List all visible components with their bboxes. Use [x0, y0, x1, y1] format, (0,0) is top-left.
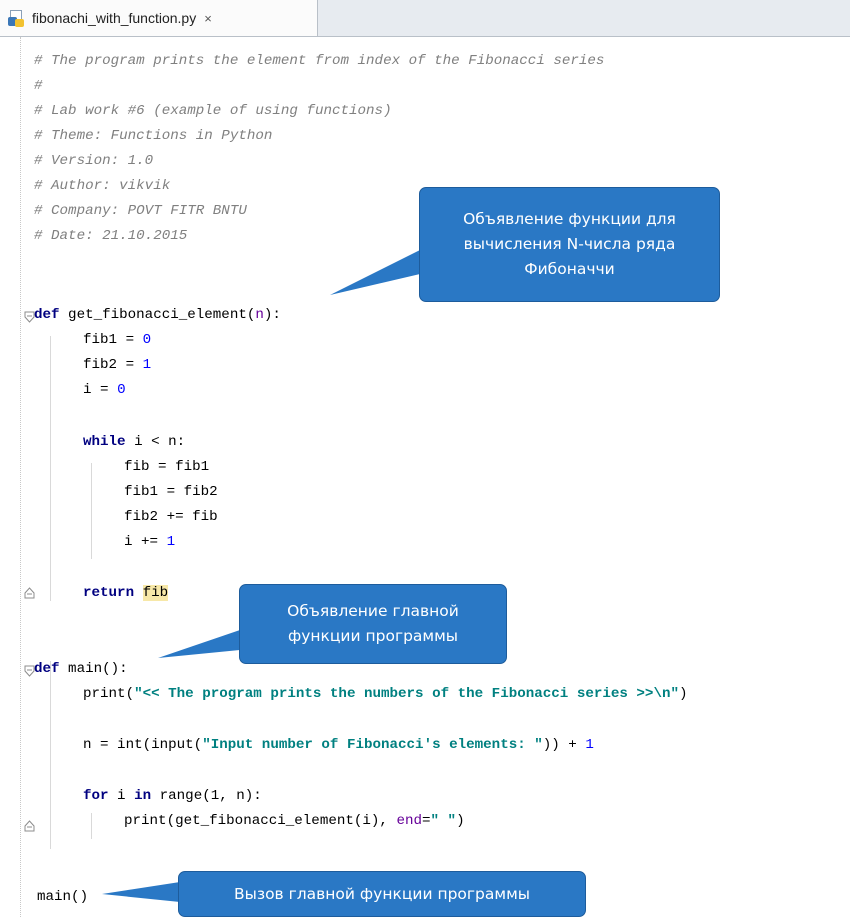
callout-text: Объявление главной функции программы — [287, 602, 459, 645]
tab-filename: fibonachi_with_function.py — [32, 10, 197, 26]
callout-text: Объявление функции для вычисления N-числ… — [463, 210, 676, 278]
tab-file[interactable]: fibonachi_with_function.py × — [0, 0, 318, 36]
callout-function-declaration: Объявление функции для вычисления N-числ… — [419, 187, 720, 302]
close-icon[interactable]: × — [204, 11, 212, 26]
callout-pointers — [102, 250, 450, 902]
code-editor[interactable]: # The program prints the element from in… — [0, 37, 850, 917]
python-file-icon — [8, 9, 26, 27]
editor-tab-bar: fibonachi_with_function.py × — [0, 0, 850, 37]
callout-text: Вызов главной функции программы — [233, 884, 531, 903]
callout-main-call: Вызов главной функции программы — [178, 871, 586, 917]
callout-pointer — [102, 882, 180, 902]
callout-main-declaration: Объявление главной функции программы — [239, 584, 507, 664]
